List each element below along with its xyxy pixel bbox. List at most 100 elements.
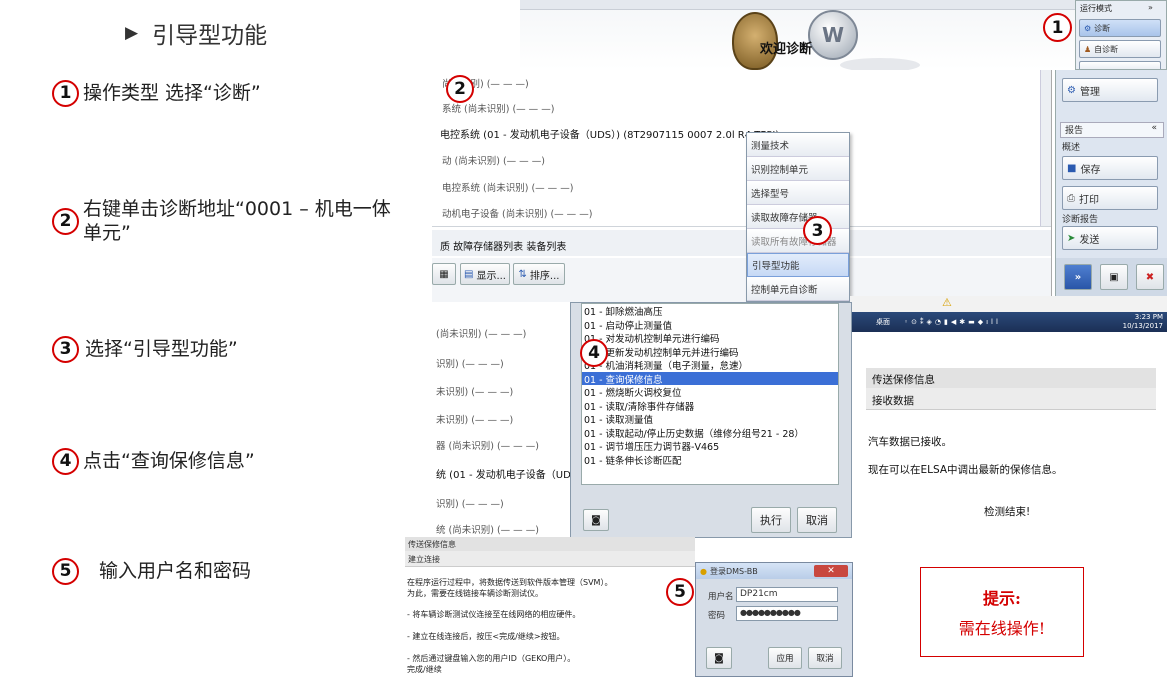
instruction-line: - 然后通过键盘输入您的用户ID（GEKO用户）。 <box>407 654 576 663</box>
prev-button[interactable]: ▦ <box>432 263 456 285</box>
taskbar: 桌面 ◦⊙⁑◈◔▮◀✱▬◆ıll 3:23 PM 10/13/2017 <box>850 312 1167 332</box>
bullet-triangle-icon: ▶ <box>125 23 139 43</box>
control-unit-row[interactable]: 电控系统 (尚未识别) (— — —) <box>442 180 573 194</box>
control-unit-row[interactable]: 器 (尚未识别) (— — —) <box>436 438 539 452</box>
menu-self-diagnosis[interactable]: 控制单元自诊断 <box>747 277 849 301</box>
vw-logo: W <box>808 10 858 60</box>
password-field[interactable]: ●●●●●●●●●● <box>736 606 838 621</box>
function-item-selected[interactable]: 01 - 查询保修信息 <box>582 371 838 386</box>
instruction-line: 为此，需要在线链接车辆诊断测试仪。 <box>407 589 543 598</box>
screenshot-connect: 传送保修信息 建立连接 在程序运行过程中，将数据传送到软件版本管理（SVM）。 … <box>405 537 695 677</box>
function-item[interactable]: 01 - 调节增压压力调节器-V465 <box>582 439 838 453</box>
send-icon: ➤ <box>1067 232 1076 244</box>
instruction-line: - 建立在线连接后，按压<完成/继续>按钮。 <box>407 632 565 641</box>
mode-selfdiag-button[interactable]: ♟ 自诊断 <box>1079 40 1161 58</box>
save-button[interactable]: ■ 保存 <box>1062 156 1158 180</box>
step-number-3: 3 <box>52 336 79 363</box>
screenshot-icon[interactable]: ▣ <box>1100 264 1128 290</box>
print-button[interactable]: ⎙ 打印 <box>1062 186 1158 210</box>
function-item[interactable]: 01 - 燃烧断火调校复位 <box>582 385 838 399</box>
step-number-4: 4 <box>52 448 79 475</box>
display-button[interactable]: ▤ 显示... <box>460 263 510 285</box>
diag-report-label: 诊断报告 <box>1062 215 1099 225</box>
control-unit-row[interactable]: 未识别) (— — —) <box>436 384 513 398</box>
taskbar-clock[interactable]: 3:23 PM 10/13/2017 <box>1123 313 1163 331</box>
diagnosis-icon: ⚙ <box>1084 23 1092 33</box>
function-item[interactable]: 01 - 卸除燃油高压 <box>582 304 838 318</box>
callout-3: 3 <box>803 216 832 245</box>
menu-guided-functions[interactable]: 引导型功能 <box>747 253 849 277</box>
page-title-row: ▶ 引导型功能 <box>125 16 267 50</box>
display-icon: ▤ <box>464 268 474 280</box>
tip-title: 提示: <box>983 589 1021 608</box>
close-icon[interactable]: ✕ <box>814 565 848 577</box>
mode-diagnosis-button[interactable]: ⚙ 诊断 <box>1079 19 1161 37</box>
forward-icon[interactable]: » <box>1064 264 1092 290</box>
function-item[interactable]: 01 - 对发动机控制单元进行编码 <box>582 331 838 345</box>
report-header[interactable]: 报告 « <box>1060 122 1164 138</box>
control-unit-row[interactable]: (尚未识别) (— — —) <box>436 326 526 340</box>
close-icon[interactable]: ✖ <box>1136 264 1164 290</box>
cancel-button[interactable]: 取消 <box>797 507 837 533</box>
control-unit-row[interactable]: 未识别) (— — —) <box>436 412 513 426</box>
function-item[interactable]: 01 - 更新发动机控制单元并进行编码 <box>582 345 838 359</box>
function-item[interactable]: 01 - 读取测量值 <box>582 412 838 426</box>
screenshot-control-units: 尚未识别) (— — —) 系统 (尚未识别) (— — —) 电控系统 (01… <box>432 70 1052 302</box>
screenshot-data-received: 传送保修信息 接收数据 汽车数据已接收。 现在可以在ELSA中调出最新的保修信息… <box>866 368 1156 528</box>
control-unit-row[interactable]: 动机电子设备 (尚未识别) (— — —) <box>442 206 592 220</box>
function-item[interactable]: 01 - 链条伸长诊断匹配 <box>582 453 838 467</box>
manage-button[interactable]: ⚙ 管理 <box>1062 78 1158 102</box>
step-number-2: 2 <box>52 208 79 236</box>
tray-icons[interactable]: ◦⊙⁑◈◔▮◀✱▬◆ıll <box>904 318 1001 326</box>
mode-more-button[interactable] <box>1079 61 1161 69</box>
overview-label: 概述 <box>1062 143 1081 153</box>
warning-icon: ⚠ <box>942 296 952 309</box>
context-menu: 测量技术 识别控制单元 选择型号 读取故障存储器 读取所有故障存储器 引导型功能… <box>746 132 850 302</box>
execute-button[interactable]: 执行 <box>751 507 791 533</box>
control-unit-row[interactable]: 识别) (— — —) <box>436 356 504 370</box>
sort-button[interactable]: ⇅ 排序... <box>513 263 565 285</box>
received-text: 汽车数据已接收。 <box>868 436 952 448</box>
step-1: 1 操作类型 选择“诊断” <box>52 80 261 107</box>
function-item[interactable]: 01 - 机油消耗测量（电子测量，怠速） <box>582 358 838 372</box>
menu-measurement[interactable]: 测量技术 <box>747 133 849 157</box>
screenshot-welcome: W 欢迎诊断 <box>520 0 1075 70</box>
menu-read-fault-memory[interactable]: 读取故障存储器 <box>747 205 849 229</box>
bottom-tabs[interactable]: 质 故障存储器列表 装备列表 <box>440 238 566 253</box>
instruction-line: 在程序运行过程中，将数据传送到软件版本管理（SVM）。 <box>407 578 613 587</box>
function-list: 01 - 卸除燃油高压 01 - 启动停止测量值 01 - 对发动机控制单元进行编码… <box>581 303 839 485</box>
control-unit-row[interactable]: 统 (01 - 发动机电子设备（UD <box>436 466 571 481</box>
control-unit-row[interactable]: 统 (尚未识别) (— — —) <box>436 522 539 536</box>
function-item[interactable]: 01 - 读取起动/停止历史数据（维修分组号21 - 28） <box>582 426 838 440</box>
mode-panel: 运行模式 » ⚙ 诊断 ♟ 自诊断 <box>1075 0 1167 70</box>
callout-5: 5 <box>666 578 694 606</box>
username-field[interactable]: DP21cm <box>736 587 838 602</box>
step-4-text: 点击“查询保修信息” <box>83 449 255 472</box>
taskbar-desktop[interactable]: 桌面 <box>876 317 890 327</box>
guided-dialog: 01 - 卸除燃油高压 01 - 启动停止测量值 01 - 对发动机控制单元进行编码… <box>570 302 852 538</box>
control-unit-row[interactable]: 系统 (尚未识别) (— — —) <box>442 101 554 115</box>
menu-select-model[interactable]: 选择型号 <box>747 181 849 205</box>
username-label: 用户名 <box>708 592 734 602</box>
elsa-text: 现在可以在ELSA中调出最新的保修信息。 <box>868 464 1063 476</box>
function-item[interactable]: 01 - 启动停止测量值 <box>582 318 838 332</box>
camera-icon[interactable]: ◙ <box>583 509 609 531</box>
menu-read-all-faults[interactable]: 读取所有故障存储器 <box>747 229 849 253</box>
collapse-icon[interactable]: » <box>1148 3 1153 12</box>
tip-text: 需在线操作! <box>958 619 1046 638</box>
camera-icon[interactable]: ◙ <box>706 647 732 669</box>
apply-button[interactable]: 应用 <box>768 647 802 669</box>
step-3-text: 选择“引导型功能” <box>85 337 238 360</box>
step-number-1: 1 <box>52 80 79 107</box>
send-button[interactable]: ➤ 发送 <box>1062 226 1158 250</box>
control-unit-row-engine[interactable]: 电控系统 (01 - 发动机电子设备（UDS）) (8T2907115 0007… <box>440 126 779 141</box>
menu-identify-unit[interactable]: 识别控制单元 <box>747 157 849 181</box>
control-unit-row[interactable]: 识别) (— — —) <box>436 496 504 510</box>
password-label: 密码 <box>708 611 726 621</box>
login-cancel-button[interactable]: 取消 <box>808 647 842 669</box>
warranty-header: 传送保修信息 <box>866 368 1156 388</box>
control-unit-row[interactable]: 动 (尚未识别) (— — —) <box>442 153 545 167</box>
function-item[interactable]: 01 - 读取/清除事件存储器 <box>582 399 838 413</box>
welcome-text: 欢迎诊断 <box>760 42 813 57</box>
connect-header: 建立连接 <box>405 551 695 567</box>
